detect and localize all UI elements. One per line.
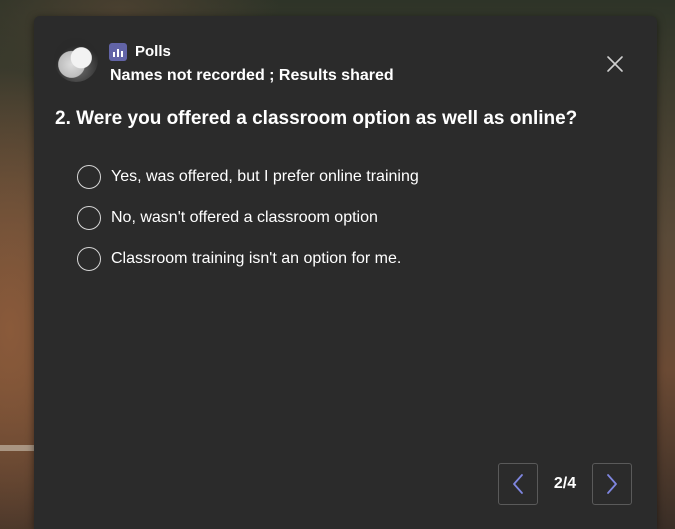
previous-page-button[interactable] <box>498 463 538 505</box>
avatar <box>54 38 98 82</box>
poll-settings-subtitle: Names not recorded ; Results shared <box>110 67 394 84</box>
chevron-left-icon <box>513 474 523 494</box>
page-indicator: 2/4 <box>553 475 577 492</box>
polls-icon <box>109 43 127 61</box>
poll-option[interactable]: No, wasn't offered a classroom option <box>77 205 419 231</box>
radio-button[interactable] <box>77 206 101 230</box>
poll-option[interactable]: Yes, was offered, but I prefer online tr… <box>77 164 419 190</box>
chevron-right-icon <box>607 474 617 494</box>
poll-option-label: Classroom training isn't an option for m… <box>111 250 402 267</box>
next-page-button[interactable] <box>592 463 632 505</box>
pagination: 2/4 <box>498 462 632 506</box>
close-icon <box>607 56 623 72</box>
poll-card: Polls Names not recorded ; Results share… <box>34 16 657 529</box>
poll-option-label: Yes, was offered, but I prefer online tr… <box>111 168 419 185</box>
close-button[interactable] <box>600 49 630 79</box>
app-name: Polls <box>135 43 171 60</box>
radio-button[interactable] <box>77 165 101 189</box>
poll-options: Yes, was offered, but I prefer online tr… <box>77 164 419 287</box>
poll-option[interactable]: Classroom training isn't an option for m… <box>77 246 419 272</box>
radio-button[interactable] <box>77 247 101 271</box>
poll-option-label: No, wasn't offered a classroom option <box>111 209 378 226</box>
poll-question: 2. Were you offered a classroom option a… <box>55 108 578 129</box>
